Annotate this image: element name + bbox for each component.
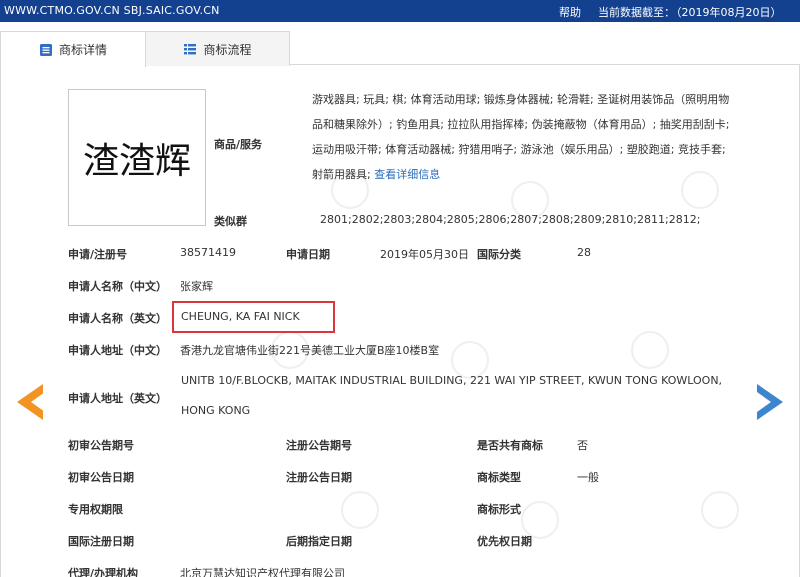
trademark-text: 渣渣辉 (82, 140, 191, 182)
applicant-cn-value: 张家辉 (180, 280, 213, 293)
similar-group-label: 类似群 (214, 215, 247, 228)
address-en-label: 申请人地址（英文） (68, 392, 167, 405)
intl-class-label: 国际分类 (477, 248, 521, 261)
agent-value: 北京万慧达知识产权代理有限公司 (180, 567, 345, 577)
address-en-line2: HONG KONG (181, 404, 251, 417)
similar-group-value: 2801;2802;2803;2804;2805;2806;2807;2808;… (320, 213, 701, 226)
address-en-line1: UNITB 10/F.BLOCKB, MAITAK INDUSTRIAL BUI… (181, 374, 723, 387)
prelim-no-label: 初审公告期号 (68, 439, 134, 452)
address-cn-value: 香港九龙官塘伟业街221号美德工业大厦B座10楼B室 (180, 344, 440, 357)
reg-no-label: 申请/注册号 (68, 248, 128, 261)
reg-notice-no-label: 注册公告期号 (286, 439, 352, 452)
view-details-link[interactable]: 查看详细信息 (374, 168, 440, 181)
document-icon (39, 43, 52, 56)
tab-label: 商标流程 (203, 42, 252, 57)
highlight-box (172, 301, 335, 333)
list-icon (184, 44, 197, 55)
data-date: 当前数据截至：（2019年08月20日） (598, 4, 782, 20)
mark-type-value: 一般 (577, 471, 599, 484)
applicant-cn-label: 申请人名称（中文） (68, 280, 167, 293)
reg-no-value: 38571419 (180, 246, 236, 259)
next-arrow-inner (757, 392, 771, 412)
data-date-value: （2019年08月20日） (676, 6, 782, 19)
mark-type-label: 商标类型 (477, 471, 521, 484)
app-date-value: 2019年05月30日 (380, 248, 469, 261)
later-date-label: 后期指定日期 (286, 535, 352, 548)
tab-label: 商标详情 (58, 43, 107, 57)
mark-form-label: 商标形式 (477, 503, 521, 516)
exclusive-period-label: 专用权期限 (68, 503, 123, 516)
tab-trademark-process[interactable]: 商标流程 (145, 31, 290, 66)
trademark-image: 渣渣辉 (68, 89, 206, 226)
prev-arrow-inner (31, 392, 45, 412)
tab-trademark-details[interactable]: 商标详情 (0, 31, 146, 67)
intl-class-value: 28 (577, 246, 591, 259)
site-url: WWW.CTMO.GOV.CN SBJ.SAIC.GOV.CN (4, 4, 220, 17)
intl-reg-date-label: 国际注册日期 (68, 535, 134, 548)
agent-label: 代理/办理机构 (68, 567, 139, 577)
shared-value: 否 (577, 439, 588, 452)
goods-services: 游戏器具; 玩具; 棋; 体育活动用球; 锻炼身体器械; 轮滑鞋; 圣诞树用装饰… (312, 87, 732, 187)
priority-date-label: 优先权日期 (477, 535, 532, 548)
data-date-label: 当前数据截至： (598, 6, 675, 19)
top-bar: WWW.CTMO.GOV.CN SBJ.SAIC.GOV.CN 帮助 当前数据截… (0, 0, 800, 22)
app-date-label: 申请日期 (286, 248, 330, 261)
tab-bar: 商标详情 商标流程 (0, 22, 800, 67)
shared-label: 是否共有商标 (477, 439, 543, 452)
goods-label: 商品/服务 (214, 138, 263, 151)
reg-notice-date-label: 注册公告日期 (286, 471, 352, 484)
prelim-date-label: 初审公告日期 (68, 471, 134, 484)
help-link[interactable]: 帮助 (559, 4, 581, 20)
address-cn-label: 申请人地址（中文） (68, 344, 167, 357)
applicant-en-label: 申请人名称（英文） (68, 312, 167, 325)
